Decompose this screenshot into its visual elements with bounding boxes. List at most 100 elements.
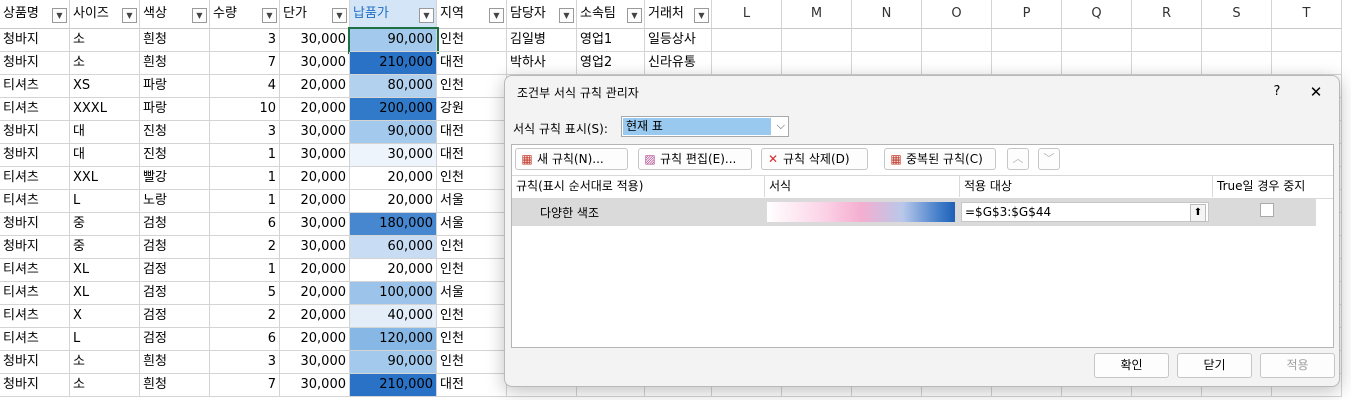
collapse-range-icon[interactable]: ⬆ [1190,204,1206,222]
cell-qty[interactable]: 5 [210,282,280,305]
filter-dropdown-icon[interactable]: ▼ [559,8,574,23]
cell-color[interactable]: 검청 [140,236,210,259]
cell-supply[interactable]: 120,000 [350,328,437,351]
cell-price[interactable]: 20,000 [280,259,350,282]
cell-region[interactable]: 서울 [437,190,507,213]
cell-size[interactable]: XXL [70,167,140,190]
cell-product[interactable]: 청바지 [0,144,70,167]
cell-supply[interactable]: 210,000 [350,52,437,75]
cell-supply[interactable]: 90,000 [350,121,437,144]
column-letter-p[interactable]: P [992,0,1062,29]
cell-size[interactable]: 소 [70,29,140,52]
cell-product[interactable]: 티셔츠 [0,98,70,121]
cell-region[interactable]: 강원 [437,98,507,121]
cell-qty[interactable]: 6 [210,213,280,236]
move-up-button[interactable]: ︿ [1007,148,1029,170]
cell-qty[interactable]: 3 [210,351,280,374]
cell-size[interactable]: XS [70,75,140,98]
cell-color[interactable]: 빨강 [140,167,210,190]
cell-color[interactable]: 노랑 [140,190,210,213]
filter-dropdown-icon[interactable]: ▼ [192,8,207,23]
delete-rule-button[interactable]: ✕ 규칙 삭제(D) [761,148,868,170]
column-letter-o[interactable]: O [922,0,992,29]
cell-region[interactable]: 인천 [437,29,507,52]
cell-region[interactable]: 인천 [437,167,507,190]
cell-price[interactable]: 30,000 [280,52,350,75]
cell-client[interactable]: 신라유통 [645,52,712,75]
cell-price[interactable]: 20,000 [280,75,350,98]
cell-supply[interactable]: 200,000 [350,98,437,121]
filter-dropdown-icon[interactable]: ▼ [122,8,137,23]
cell-qty[interactable]: 1 [210,190,280,213]
cell-empty[interactable] [782,29,852,52]
filter-dropdown-icon[interactable]: ▼ [419,8,434,23]
filter-dropdown-icon[interactable]: ▼ [262,8,277,23]
cell-qty[interactable]: 10 [210,98,280,121]
cell-qty[interactable]: 2 [210,305,280,328]
cell-price[interactable]: 30,000 [280,144,350,167]
cell-color[interactable]: 파랑 [140,75,210,98]
filter-dropdown-icon[interactable]: ▼ [694,8,709,23]
column-letter-l[interactable]: L [712,0,782,29]
cell-size[interactable]: XL [70,282,140,305]
duplicate-rule-button[interactable]: ▦ 중복된 규칙(C) [884,148,996,170]
cell-size[interactable]: 중 [70,213,140,236]
cell-product[interactable]: 티셔츠 [0,328,70,351]
cell-size[interactable]: L [70,328,140,351]
cell-region[interactable]: 인천 [437,351,507,374]
cell-size[interactable]: 대 [70,144,140,167]
cell-size[interactable]: 중 [70,236,140,259]
ok-button[interactable]: 확인 [1094,353,1169,378]
filter-dropdown-icon[interactable]: ▼ [52,8,67,23]
cell-region[interactable]: 대전 [437,121,507,144]
cell-color[interactable]: 흰청 [140,374,210,397]
cell-empty[interactable] [852,52,922,75]
cell-product[interactable]: 청바지 [0,351,70,374]
cell-qty[interactable]: 4 [210,75,280,98]
cell-empty[interactable] [1272,29,1342,52]
cell-size[interactable]: L [70,190,140,213]
cell-color[interactable]: 파랑 [140,98,210,121]
cell-empty[interactable] [712,29,782,52]
cell-qty[interactable]: 1 [210,259,280,282]
cell-qty[interactable]: 7 [210,52,280,75]
column-letter-n[interactable]: N [852,0,922,29]
cell-product[interactable]: 티셔츠 [0,75,70,98]
cell-price[interactable]: 30,000 [280,351,350,374]
cell-price[interactable]: 20,000 [280,98,350,121]
cell-empty[interactable] [1132,52,1202,75]
column-letter-s[interactable]: S [1202,0,1272,29]
cell-product[interactable]: 청바지 [0,29,70,52]
cell-color[interactable]: 검청 [140,213,210,236]
cell-color[interactable]: 흰청 [140,351,210,374]
cell-product[interactable]: 티셔츠 [0,190,70,213]
cell-price[interactable]: 30,000 [280,121,350,144]
cell-product[interactable]: 티셔츠 [0,259,70,282]
cell-qty[interactable]: 7 [210,374,280,397]
cell-supply[interactable]: 90,000 [350,351,437,374]
cell-size[interactable]: 소 [70,374,140,397]
cell-supply[interactable]: 30,000 [350,144,437,167]
cell-product[interactable]: 청바지 [0,213,70,236]
cell-product[interactable]: 청바지 [0,374,70,397]
cell-size[interactable]: XL [70,259,140,282]
cell-empty[interactable] [1062,29,1132,52]
cell-product[interactable]: 티셔츠 [0,282,70,305]
cell-product[interactable]: 티셔츠 [0,167,70,190]
cell-size[interactable]: X [70,305,140,328]
cell-manager[interactable]: 김일병 [507,29,577,52]
cell-supply[interactable]: 90,000 [348,27,439,54]
cell-empty[interactable] [1132,29,1202,52]
cell-supply[interactable]: 20,000 [350,167,437,190]
cell-size[interactable]: XXXL [70,98,140,121]
cell-price[interactable]: 30,000 [280,213,350,236]
cell-empty[interactable] [1062,52,1132,75]
cell-qty[interactable]: 2 [210,236,280,259]
cell-price[interactable]: 20,000 [280,328,350,351]
cell-empty[interactable] [1272,52,1342,75]
rule-row[interactable]: 다양한 색조 =$G$3:$G$44 ⬆ [512,198,1316,226]
cell-region[interactable]: 인천 [437,259,507,282]
cell-empty[interactable] [992,52,1062,75]
apply-button[interactable]: 적용 [1260,353,1335,378]
cell-supply[interactable]: 180,000 [350,213,437,236]
